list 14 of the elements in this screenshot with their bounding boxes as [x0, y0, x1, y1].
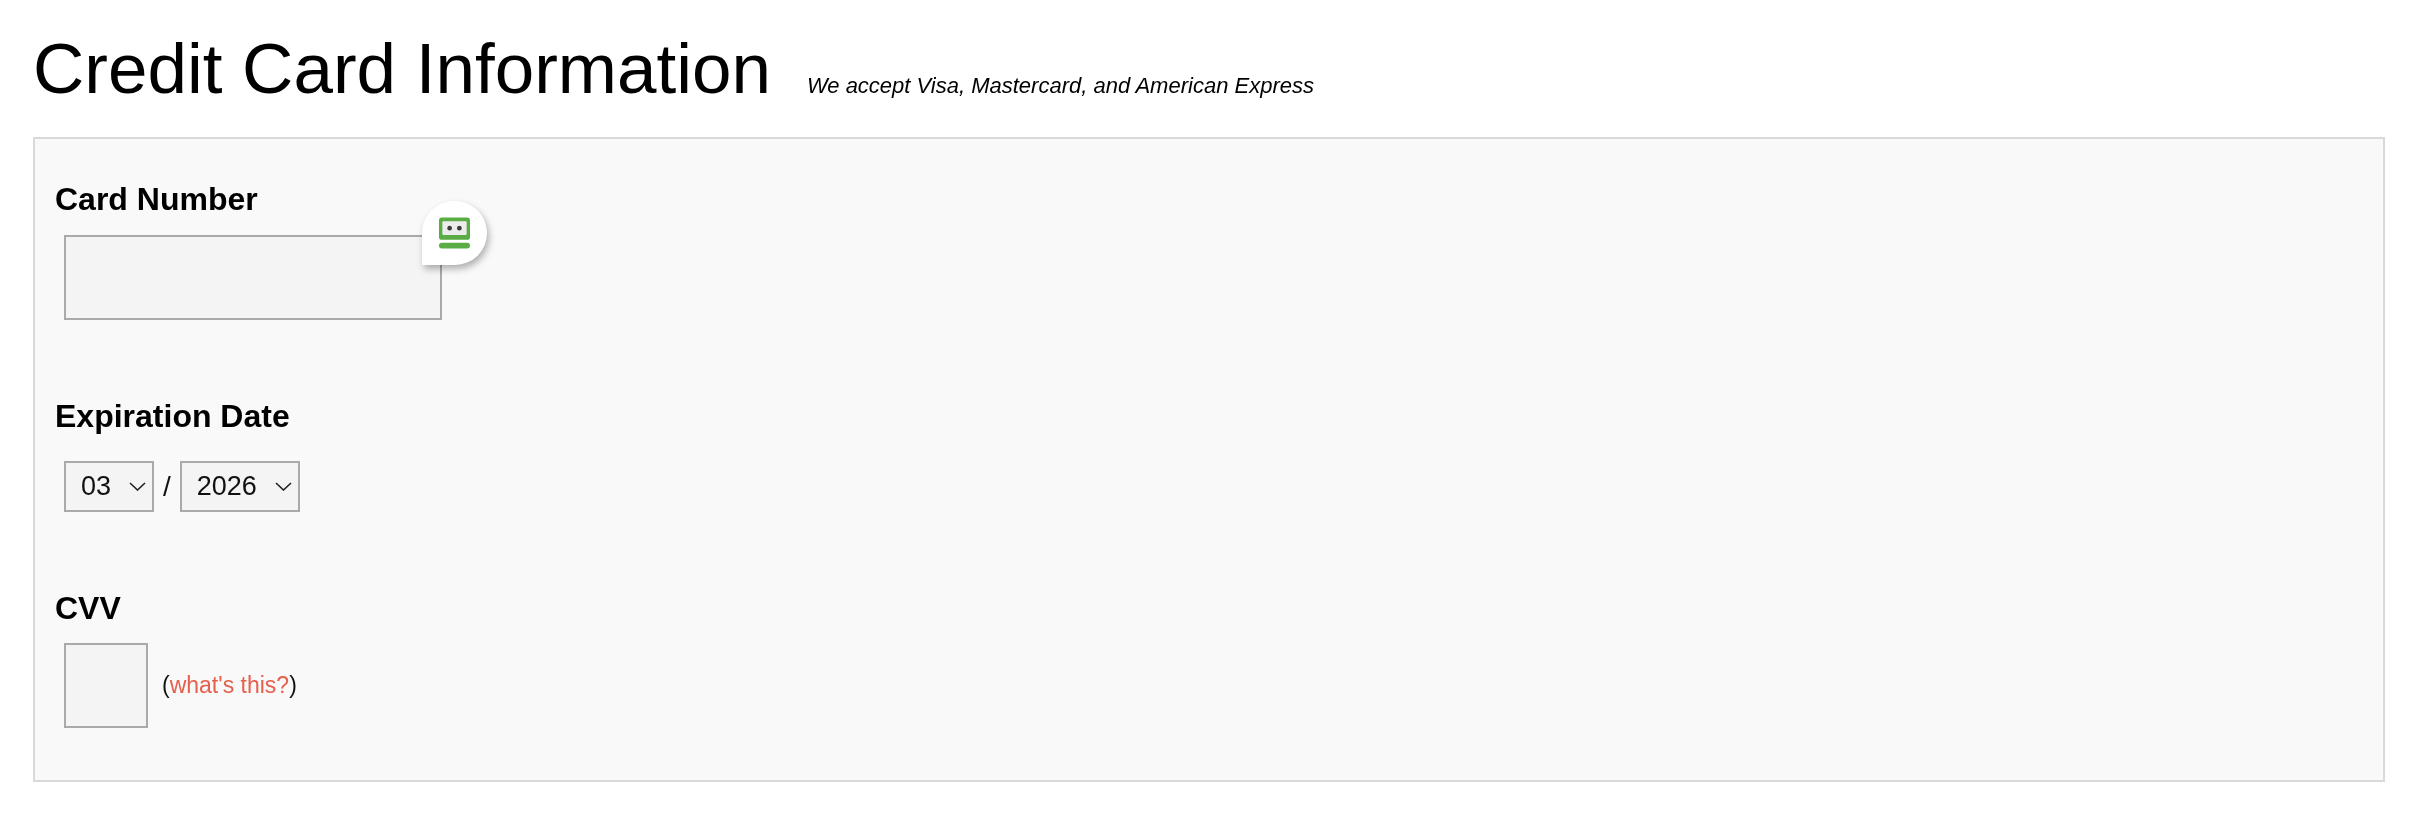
page-title: Credit Card Information [33, 33, 771, 104]
field-label: Expiration Date [55, 400, 290, 432]
field-label: CVV [55, 592, 121, 624]
chevron-down-icon [274, 482, 292, 491]
cvv-help-text: (what's this?) [162, 674, 297, 697]
card-number-field[interactable] [64, 235, 442, 320]
date-separator: / [163, 472, 171, 501]
field-label: Card Number [55, 183, 258, 215]
chevron-down-icon [129, 482, 146, 491]
month-select[interactable]: 03 [64, 461, 154, 512]
cvv-field[interactable] [64, 643, 148, 728]
page-subtitle: We accept Visa, Mastercard, and American Express [806, 75, 1314, 97]
monitor-face-badge-icon[interactable] [422, 201, 487, 265]
year-select[interactable]: 2026 [179, 461, 300, 512]
